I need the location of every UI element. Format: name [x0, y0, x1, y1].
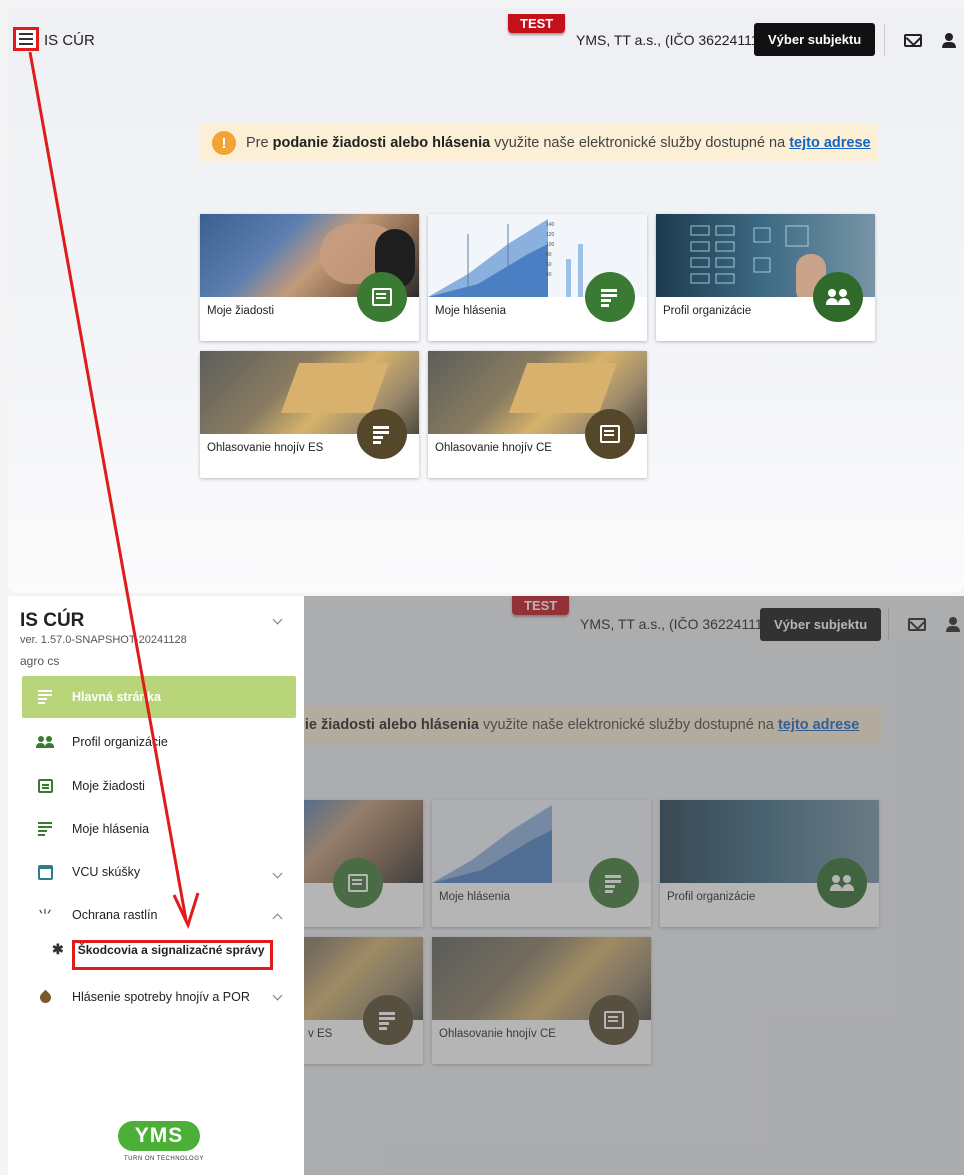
annotation-arrow	[28, 51, 200, 930]
